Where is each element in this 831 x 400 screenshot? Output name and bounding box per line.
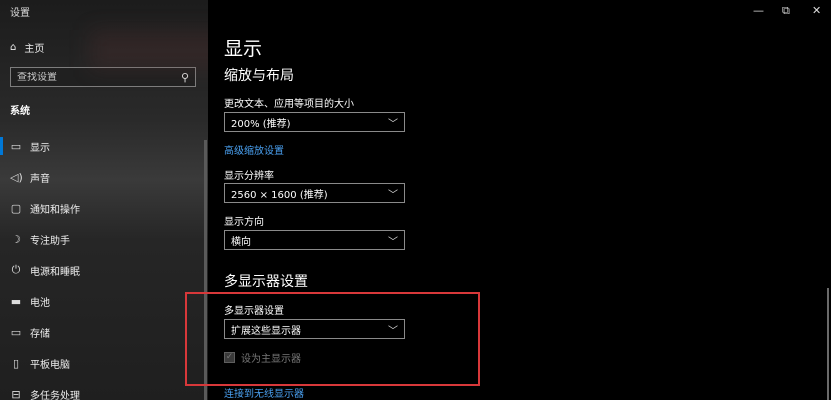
wireless-display-link[interactable]: 连接到无线显示器 xyxy=(224,385,304,400)
sidebar-item-display[interactable]: ▭ 显示 xyxy=(0,131,208,161)
sidebar-item-label: 电池 xyxy=(30,297,50,309)
orientation-dropdown[interactable]: 横向 ﹀ xyxy=(224,230,405,250)
page-title: 显示 xyxy=(224,38,263,60)
speaker-icon: ◁) xyxy=(10,170,23,184)
sidebar-item-focus-assist[interactable]: ☽ 专注助手 xyxy=(0,224,208,254)
orientation-label: 显示方向 xyxy=(224,217,264,228)
monitor-icon: ▭ xyxy=(10,139,22,153)
dropdown-value: 2560 × 1600 (推荐) xyxy=(231,189,328,201)
sidebar-item-multitasking[interactable]: ⊟ 多任务处理 xyxy=(0,379,208,400)
sidebar-item-sound[interactable]: ◁) 声音 xyxy=(0,162,208,192)
text-size-dropdown[interactable]: 200% (推荐) ﹀ xyxy=(224,112,405,132)
advanced-scaling-link[interactable]: 高级缩放设置 xyxy=(224,142,284,157)
sidebar-item-notifications[interactable]: ▢ 通知和操作 xyxy=(0,193,208,223)
sidebar: 设置 ⌂ 主页 ⚲ 系统 ▭ 显示 ◁) 声音 ▢ 通知和操作 ☽ 专注助手 ⏻… xyxy=(0,0,208,400)
sidebar-item-tablet[interactable]: ▯ 平板电脑 xyxy=(0,348,208,378)
sidebar-item-label: 电源和睡眠 xyxy=(30,266,80,278)
sidebar-item-label: 平板电脑 xyxy=(30,359,70,371)
home-nav-item[interactable]: ⌂ 主页 xyxy=(10,40,44,55)
sidebar-item-label: 多任务处理 xyxy=(30,390,80,400)
multitask-icon: ⊟ xyxy=(11,387,21,400)
search-input[interactable] xyxy=(17,71,167,83)
minimize-icon[interactable]: — xyxy=(753,4,764,17)
battery-icon: ▬ xyxy=(10,294,22,308)
highlight-box xyxy=(185,292,480,386)
sidebar-item-label: 通知和操作 xyxy=(30,204,80,216)
resolution-label: 显示分辨率 xyxy=(224,171,274,182)
chevron-down-icon: ﹀ xyxy=(388,236,398,248)
chevron-down-icon: ﹀ xyxy=(388,189,398,201)
app-title: 设置 xyxy=(10,8,30,19)
sidebar-item-label: 专注助手 xyxy=(30,235,70,247)
dropdown-value: 横向 xyxy=(231,236,251,248)
search-icon[interactable]: ⚲ xyxy=(181,71,189,84)
sidebar-item-storage[interactable]: ▭ 存储 xyxy=(0,317,208,347)
main-scrollbar[interactable] xyxy=(827,288,829,400)
chevron-down-icon: ﹀ xyxy=(388,118,398,130)
sidebar-item-power-sleep[interactable]: ⏻ 电源和睡眠 xyxy=(0,255,208,285)
home-icon: ⌂ xyxy=(10,42,17,53)
sidebar-item-label: 存储 xyxy=(30,328,50,340)
home-label: 主页 xyxy=(24,44,45,55)
restore-icon[interactable]: ⧉ xyxy=(782,4,790,18)
tablet-icon: ▯ xyxy=(12,356,20,370)
sidebar-item-label: 声音 xyxy=(30,173,50,185)
sidebar-item-label: 显示 xyxy=(30,142,50,154)
power-icon: ⏻ xyxy=(11,263,21,276)
dropdown-value: 200% (推荐) xyxy=(231,118,291,130)
scale-layout-heading: 缩放与布局 xyxy=(224,68,294,84)
moon-icon: ☽ xyxy=(11,232,21,246)
search-box[interactable]: ⚲ xyxy=(10,67,196,87)
resolution-dropdown[interactable]: 2560 × 1600 (推荐) ﹀ xyxy=(224,183,405,203)
notification-icon: ▢ xyxy=(10,201,22,215)
storage-icon: ▭ xyxy=(10,325,22,339)
sidebar-item-battery[interactable]: ▬ 电池 xyxy=(0,286,208,316)
sidebar-section-title: 系统 xyxy=(10,106,30,117)
close-icon[interactable]: ✕ xyxy=(812,4,821,17)
multi-display-heading: 多显示器设置 xyxy=(224,274,308,290)
text-size-label: 更改文本、应用等项目的大小 xyxy=(224,99,354,110)
